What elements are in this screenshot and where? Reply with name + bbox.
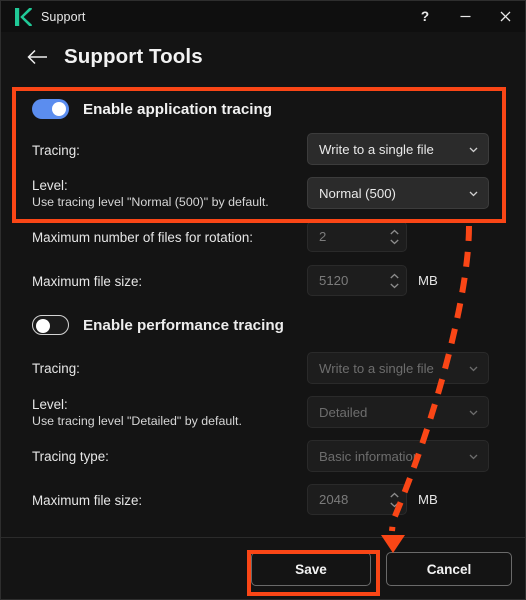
perf-tracing-mode-select: Write to a single file — [307, 352, 489, 384]
page-header: Support Tools — [1, 32, 525, 82]
app-tracing-level-select-wrap: Normal (500) — [307, 177, 489, 209]
chevron-down-icon — [390, 502, 399, 507]
app-tracing-level-label-wrap: Level: Use tracing level "Normal (500)" … — [32, 177, 269, 210]
help-icon[interactable]: ? — [405, 1, 445, 32]
close-icon[interactable] — [485, 1, 525, 32]
chevron-down-icon — [469, 410, 478, 415]
app-max-file-size-value: 5120 — [319, 273, 349, 288]
app-max-file-size-unit: MB — [418, 273, 438, 288]
chevron-up-icon[interactable] — [389, 229, 400, 236]
chevron-down-icon[interactable] — [389, 238, 400, 245]
page-title: Support Tools — [64, 45, 203, 68]
app-max-file-size-stepper[interactable]: 5120 — [307, 265, 407, 296]
perf-max-file-size-value: 2048 — [319, 492, 349, 507]
app-tracing-mode-label-wrap: Tracing: — [32, 142, 80, 159]
settings-content: Enable application tracing Tracing: Writ… — [1, 82, 525, 537]
enable-application-tracing-row[interactable]: Enable application tracing — [32, 99, 272, 119]
chevron-down-icon — [469, 366, 478, 371]
app-tracing-mode-label: Tracing: — [32, 143, 80, 158]
app-tracing-level-select[interactable]: Normal (500) — [307, 177, 489, 209]
minimize-icon[interactable] — [445, 1, 485, 32]
stepper-arrows[interactable] — [389, 273, 400, 289]
chevron-up-icon[interactable] — [389, 273, 400, 280]
max-files-stepper-wrap: 2 — [307, 221, 407, 252]
chevron-up-icon — [390, 492, 399, 497]
max-files-label-wrap: Maximum number of files for rotation: — [32, 229, 253, 246]
enable-performance-tracing-row[interactable]: Enable performance tracing — [32, 315, 284, 335]
perf-tracing-level-sublabel: Use tracing level "Detailed" by default. — [32, 414, 242, 428]
kaspersky-k-logo-icon — [15, 7, 32, 26]
app-max-file-size-label-wrap: Maximum file size: — [32, 273, 142, 290]
perf-tracing-level-label-wrap: Level: Use tracing level "Detailed" by d… — [32, 396, 242, 429]
window-controls: ? — [405, 1, 525, 32]
title-bar: Support ? — [1, 1, 525, 32]
max-files-stepper[interactable]: 2 — [307, 221, 407, 252]
app-tracing-mode-select[interactable]: Write to a single file — [307, 133, 489, 165]
perf-tracing-level-select-wrap: Detailed — [307, 396, 489, 428]
perf-tracing-type-label: Tracing type: — [32, 449, 109, 464]
perf-tracing-type-select: Basic information — [307, 440, 489, 472]
perf-tracing-mode-label-wrap: Tracing: — [32, 360, 80, 377]
toggle-knob — [52, 102, 66, 116]
max-files-label: Maximum number of files for rotation: — [32, 230, 254, 245]
perf-max-file-size-stepper: 2048 — [307, 484, 407, 515]
perf-tracing-type-label-wrap: Tracing type: — [32, 448, 109, 465]
chevron-down-icon — [469, 454, 478, 459]
app-tracing-level-label: Level: — [32, 178, 68, 193]
enable-application-tracing-toggle[interactable] — [32, 99, 69, 119]
perf-max-file-size-label-wrap: Maximum file size: — [32, 492, 142, 509]
perf-max-file-size-stepper-wrap: 2048 MB — [307, 484, 438, 515]
chevron-down-icon[interactable] — [389, 282, 400, 289]
perf-tracing-mode-select-wrap: Write to a single file — [307, 352, 489, 384]
save-button[interactable]: Save — [251, 552, 371, 586]
app-max-file-size-label: Maximum file size: — [32, 274, 143, 289]
enable-performance-tracing-toggle[interactable] — [32, 315, 69, 335]
perf-tracing-level-value: Detailed — [319, 404, 368, 420]
back-arrow-icon[interactable] — [17, 40, 59, 74]
app-tracing-level-sublabel: Use tracing level "Normal (500)" by defa… — [32, 195, 269, 209]
perf-max-file-size-label: Maximum file size: — [32, 493, 143, 508]
perf-tracing-level-label: Level: — [32, 397, 68, 412]
footer-bar: Save Cancel — [1, 537, 525, 599]
perf-max-file-size-unit: MB — [418, 492, 438, 507]
support-tools-window: Support ? Support Tools Enable applicati… — [0, 0, 526, 600]
cancel-button[interactable]: Cancel — [386, 552, 512, 586]
chevron-down-icon — [469, 147, 478, 152]
perf-tracing-mode-value: Write to a single file — [319, 360, 434, 376]
toggle-knob — [35, 318, 50, 333]
enable-performance-tracing-label: Enable performance tracing — [83, 316, 284, 334]
perf-tracing-type-select-wrap: Basic information — [307, 440, 489, 472]
max-files-value: 2 — [319, 229, 327, 244]
perf-tracing-type-value: Basic information — [319, 448, 421, 464]
perf-tracing-level-select: Detailed — [307, 396, 489, 428]
app-tracing-level-value: Normal (500) — [319, 185, 396, 201]
enable-application-tracing-label: Enable application tracing — [83, 100, 273, 118]
app-tracing-mode-value: Write to a single file — [319, 141, 434, 157]
chevron-down-icon — [469, 191, 478, 196]
app-tracing-mode-select-wrap: Write to a single file — [307, 133, 489, 165]
app-title: Support — [41, 9, 86, 24]
stepper-arrows — [389, 492, 400, 508]
stepper-arrows[interactable] — [389, 229, 400, 245]
perf-tracing-mode-label: Tracing: — [32, 361, 80, 376]
app-max-file-size-stepper-wrap: 5120 MB — [307, 265, 438, 296]
